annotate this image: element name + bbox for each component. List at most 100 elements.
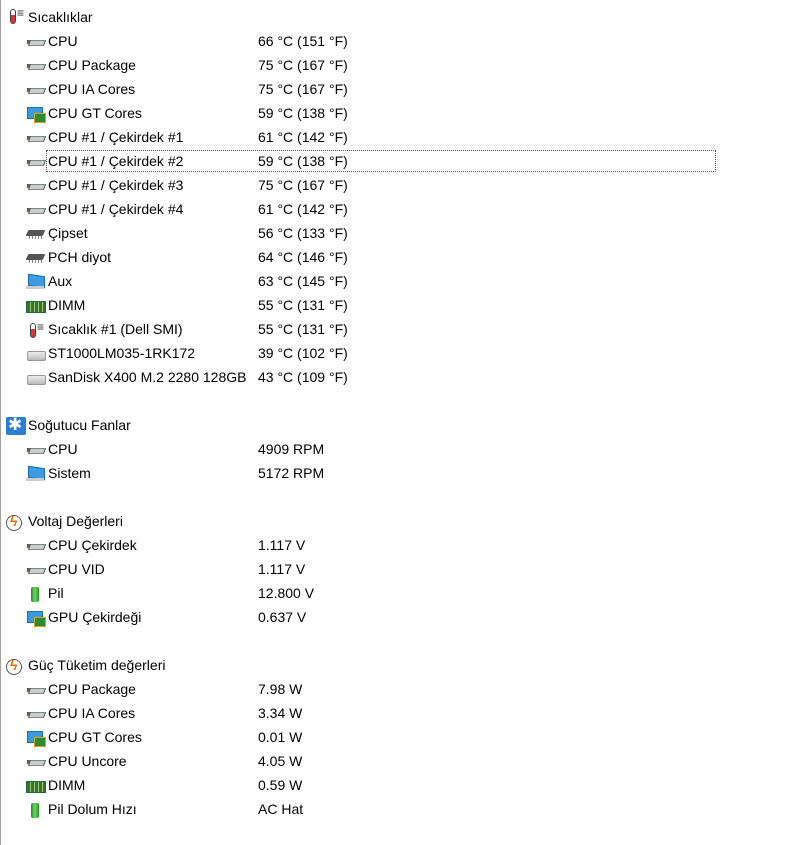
sensor-row[interactable]: CPU #1 / Çekirdek #1 61 °C (142 °F) bbox=[0, 126, 790, 150]
sensor-label: CPU #1 / Çekirdek #2 bbox=[48, 153, 184, 169]
sensor-value: 64 °C (146 °F) bbox=[258, 249, 348, 265]
sensor-label: CPU #1 / Çekirdek #1 bbox=[48, 129, 184, 145]
sensor-label: CPU bbox=[48, 33, 78, 49]
cpu-icon bbox=[26, 683, 46, 697]
sensor-label: CPU #1 / Çekirdek #3 bbox=[48, 177, 184, 193]
sensor-value: 39 °C (102 °F) bbox=[258, 345, 348, 361]
cpu-icon bbox=[26, 131, 46, 145]
sensor-row[interactable]: CPU VID 1.117 V bbox=[0, 558, 790, 582]
cpu-icon bbox=[26, 539, 46, 553]
gpu-icon bbox=[26, 107, 46, 123]
sensor-row[interactable]: DIMM 0.59 W bbox=[0, 774, 790, 798]
section-header[interactable]: Güç Tüketim değerleri bbox=[0, 654, 790, 678]
cpu-icon bbox=[26, 35, 46, 49]
thermometer-icon bbox=[26, 320, 46, 338]
sensor-row[interactable]: ST1000LM035-1RK172 39 °C (102 °F) bbox=[0, 342, 790, 366]
sensor-value: 59 °C (138 °F) bbox=[258, 105, 348, 121]
sensor-row[interactable]: PCH diyot 64 °C (146 °F) bbox=[0, 246, 790, 270]
sensor-value: 12.800 V bbox=[258, 585, 315, 601]
sensor-row[interactable]: CPU #1 / Çekirdek #4 61 °C (142 °F) bbox=[0, 198, 790, 222]
sensor-value: 66 °C (151 °F) bbox=[258, 33, 348, 49]
sensor-row[interactable]: DIMM 55 °C (131 °F) bbox=[0, 294, 790, 318]
sensor-label: PCH diyot bbox=[48, 249, 112, 265]
sensor-row[interactable]: CPU Package 75 °C (167 °F) bbox=[0, 54, 790, 78]
sensor-label: Sıcaklık #1 (Dell SMI) bbox=[48, 321, 183, 337]
sensor-label: Pil Dolum Hızı bbox=[48, 801, 137, 817]
sensor-value: 1.117 V bbox=[258, 561, 306, 577]
section-title: Sıcaklıklar bbox=[28, 9, 93, 25]
sensor-value: 75 °C (167 °F) bbox=[258, 81, 348, 97]
sensor-label: SanDisk X400 M.2 2280 128GB bbox=[48, 369, 247, 385]
voltage-icon bbox=[6, 513, 22, 531]
sensor-row[interactable]: Çipset 56 °C (133 °F) bbox=[0, 222, 790, 246]
sensor-row[interactable]: Sıcaklık #1 (Dell SMI) 55 °C (131 °F) bbox=[0, 318, 790, 342]
sensor-value: 75 °C (167 °F) bbox=[258, 177, 348, 193]
cpu-icon bbox=[26, 443, 46, 457]
sensor-label: Aux bbox=[48, 273, 73, 289]
cpu-icon bbox=[26, 155, 46, 169]
sensor-label: CPU GT Cores bbox=[48, 729, 142, 745]
sensor-label: CPU GT Cores bbox=[48, 105, 142, 121]
hdd-icon bbox=[26, 371, 46, 385]
thermometer-icon bbox=[6, 6, 26, 27]
sensor-row[interactable]: CPU #1 / Çekirdek #3 75 °C (167 °F) bbox=[0, 174, 790, 198]
sensor-row[interactable]: CPU Uncore 4.05 W bbox=[0, 750, 790, 774]
monitor-icon bbox=[26, 467, 46, 481]
fan-icon bbox=[6, 415, 26, 435]
sensor-value: 61 °C (142 °F) bbox=[258, 201, 348, 217]
sensor-row[interactable]: SanDisk X400 M.2 2280 128GB 43 °C (109 °F… bbox=[0, 366, 790, 390]
section-title: Voltaj Değerleri bbox=[28, 513, 123, 529]
sensor-value: 0.637 V bbox=[258, 609, 307, 625]
sensor-row[interactable]: GPU Çekirdeği 0.637 V bbox=[0, 606, 790, 630]
sensor-label: ST1000LM035-1RK172 bbox=[48, 345, 196, 361]
chip-icon bbox=[26, 251, 46, 265]
sensor-label: CPU Uncore bbox=[48, 753, 127, 769]
sensor-row[interactable]: CPU GT Cores 0.01 W bbox=[0, 726, 790, 750]
sensor-row[interactable]: CPU GT Cores 59 °C (138 °F) bbox=[0, 102, 790, 126]
cpu-icon bbox=[26, 755, 46, 769]
sensor-value: 55 °C (131 °F) bbox=[258, 321, 348, 337]
hdd-icon bbox=[26, 347, 46, 361]
sensor-row[interactable]: CPU IA Cores 75 °C (167 °F) bbox=[0, 78, 790, 102]
sensor-row[interactable]: CPU 66 °C (151 °F) bbox=[0, 30, 790, 54]
sensor-value: 75 °C (167 °F) bbox=[258, 57, 348, 73]
sensor-label: Çipset bbox=[48, 225, 88, 241]
dimm-icon bbox=[26, 781, 46, 793]
sensor-label: CPU Çekirdek bbox=[48, 537, 137, 553]
cpu-icon bbox=[26, 563, 46, 577]
sensor-label: CPU IA Cores bbox=[48, 705, 136, 721]
cpu-icon bbox=[26, 179, 46, 193]
sensor-row[interactable]: CPU #1 / Çekirdek #2 59 °C (138 °F) bbox=[0, 150, 790, 174]
gpu-icon bbox=[26, 611, 46, 627]
sensor-label: CPU #1 / Çekirdek #4 bbox=[48, 201, 184, 217]
section-header[interactable]: Soğutucu Fanlar bbox=[0, 414, 790, 438]
sensor-value: 4909 RPM bbox=[258, 441, 325, 457]
cpu-icon bbox=[26, 59, 46, 73]
sensor-value: 56 °C (133 °F) bbox=[258, 225, 348, 241]
monitor-icon bbox=[26, 275, 46, 289]
sensor-row[interactable]: CPU IA Cores 3.34 W bbox=[0, 702, 790, 726]
sensor-label: DIMM bbox=[48, 777, 86, 793]
sensor-label: CPU Package bbox=[48, 57, 136, 73]
sensor-row[interactable]: Sistem 5172 RPM bbox=[0, 462, 790, 486]
sensor-row[interactable]: CPU Package 7.98 W bbox=[0, 678, 790, 702]
sensor-value: 0.01 W bbox=[258, 729, 303, 745]
sensor-value: 63 °C (145 °F) bbox=[258, 273, 348, 289]
sensor-row[interactable]: Pil Dolum Hızı AC Hat bbox=[0, 798, 790, 822]
sensor-label: DIMM bbox=[48, 297, 86, 313]
gpu-icon bbox=[26, 731, 46, 747]
sensor-row[interactable]: Pil 12.800 V bbox=[0, 582, 790, 606]
section-title: Güç Tüketim değerleri bbox=[28, 657, 166, 673]
sensor-value: AC Hat bbox=[258, 801, 304, 817]
dimm-icon bbox=[26, 301, 46, 313]
sensor-row[interactable]: Aux 63 °C (145 °F) bbox=[0, 270, 790, 294]
sensor-value: 5172 RPM bbox=[258, 465, 325, 481]
section-header[interactable]: Voltaj Değerleri bbox=[0, 510, 790, 534]
sensor-value: 61 °C (142 °F) bbox=[258, 129, 348, 145]
sensor-value: 3.34 W bbox=[258, 705, 303, 721]
sensor-value: 1.117 V bbox=[258, 537, 306, 553]
section-title: Soğutucu Fanlar bbox=[28, 417, 131, 433]
sensor-row[interactable]: CPU 4909 RPM bbox=[0, 438, 790, 462]
sensor-row[interactable]: CPU Çekirdek 1.117 V bbox=[0, 534, 790, 558]
section-header[interactable]: Sıcaklıklar bbox=[0, 6, 790, 30]
